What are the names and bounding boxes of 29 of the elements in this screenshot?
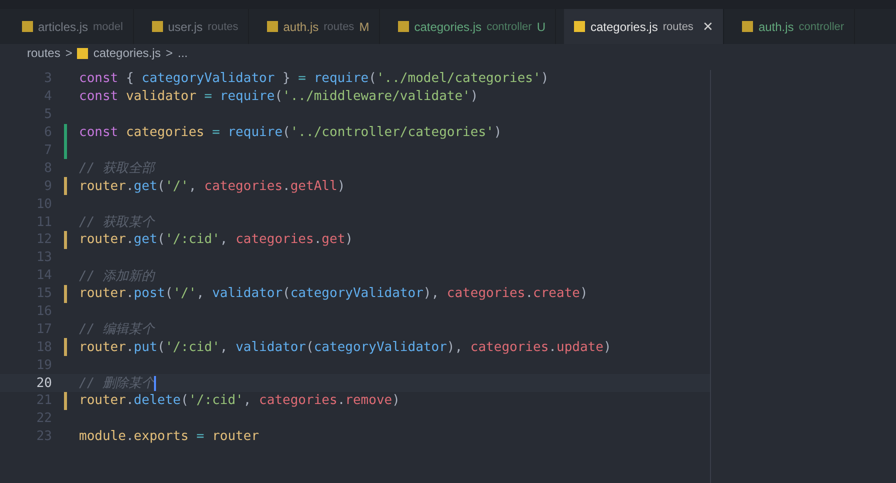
js-file-icon — [398, 21, 410, 32]
code-line: router.put('/:cid', validator(categoryValidator), categories.update) — [79, 340, 612, 355]
code-line: // 获取全部 — [79, 160, 154, 178]
code-line: router.delete('/:cid', categories.remove) — [79, 393, 400, 408]
code-line: // 添加新的 — [79, 268, 154, 285]
editor-tab[interactable]: categories.js routes ✕ — [564, 9, 724, 44]
close-icon[interactable]: ✕ — [702, 19, 714, 34]
js-file-icon — [22, 21, 33, 32]
js-file-icon — [742, 21, 754, 32]
code-line: const categories = require('../controller/categories') — [79, 125, 502, 140]
code-line: // 编辑某个 — [79, 321, 154, 338]
js-file-icon — [574, 21, 586, 32]
line-number: 20 — [35, 376, 52, 391]
breadcrumb-separator: > — [166, 46, 173, 60]
code-line: const validator = require('../middleware/validate') — [79, 89, 478, 104]
breadcrumb-separator: > — [65, 46, 72, 60]
code-line: module.exports = router — [79, 429, 260, 444]
breadcrumb-folder[interactable]: routes — [27, 46, 60, 60]
text-cursor — [154, 376, 156, 391]
code-line: // 获取某个 — [79, 214, 154, 232]
js-file-icon — [77, 48, 88, 58]
code-line: router.get('/', categories.getAll) — [79, 178, 346, 194]
code-line: router.get('/:cid', categories.get) — [79, 232, 353, 248]
js-file-icon — [152, 21, 163, 32]
breadcrumb-symbol[interactable]: ... — [178, 46, 188, 60]
code-line: router.post('/', validator(categoryValidator), categories.create) — [79, 286, 588, 302]
js-file-icon — [267, 21, 278, 32]
code-line: const { categoryValidator } = require('../model/categories') — [79, 71, 549, 86]
breadcrumb-file[interactable]: categories.js — [93, 46, 161, 60]
